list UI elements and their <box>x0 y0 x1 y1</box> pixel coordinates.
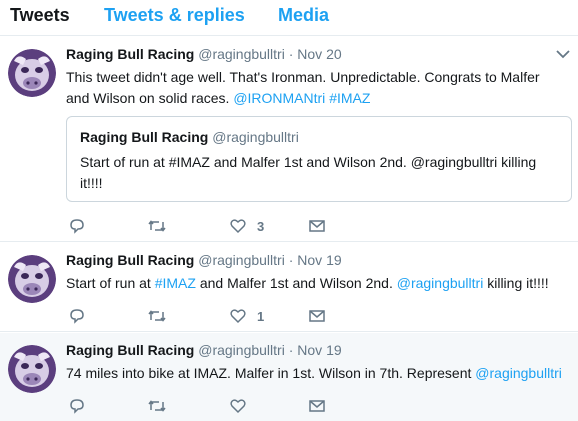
direct-message-icon <box>309 220 325 232</box>
tweet-text-part: Start of run at <box>66 275 155 291</box>
like-count: 3 <box>257 218 265 234</box>
like-button[interactable] <box>229 396 247 416</box>
author-handle[interactable]: @ragingbulltri <box>198 46 285 62</box>
direct-message-button[interactable] <box>308 306 326 326</box>
hashtag-link[interactable]: #IMAZ <box>155 275 196 291</box>
separator-dot: · <box>288 342 294 358</box>
author-name[interactable]: Raging Bull Racing <box>66 252 194 268</box>
tab-tweets-and-replies[interactable]: Tweets & replies <box>104 5 245 26</box>
direct-message-icon <box>309 310 325 322</box>
bull-logo-icon <box>8 255 56 303</box>
direct-message-button[interactable] <box>308 216 326 236</box>
tweet[interactable]: Raging Bull Racing @ragingbulltri · Nov … <box>0 333 578 421</box>
reply-icon <box>70 399 84 414</box>
bull-logo-icon <box>8 345 56 393</box>
tweet-header: Raging Bull Racing @ragingbulltri · Nov … <box>66 46 342 62</box>
like-count: 1 <box>257 308 265 324</box>
reply-button[interactable] <box>68 306 86 326</box>
direct-message-icon <box>309 400 325 412</box>
tweet-date[interactable]: Nov 20 <box>297 46 341 62</box>
avatar[interactable] <box>8 49 56 97</box>
separator-dot: · <box>288 252 294 268</box>
like-button[interactable]: 3 <box>229 216 264 236</box>
tweet[interactable]: Raging Bull Racing @ragingbulltri · Nov … <box>0 37 578 242</box>
retweet-button[interactable] <box>147 306 167 326</box>
tweet[interactable]: Raging Bull Racing @ragingbulltri · Nov … <box>0 243 578 332</box>
tweet-text: 74 miles into bike at IMAZ. Malfer in 1s… <box>66 363 566 384</box>
reply-icon <box>70 219 84 234</box>
retweet-icon <box>148 220 166 232</box>
retweet-icon <box>148 400 166 412</box>
bull-logo-icon <box>8 49 56 97</box>
like-icon <box>230 399 246 414</box>
quoted-tweet-text: Start of run at #IMAZ and Malfer 1st and… <box>80 154 537 191</box>
retweet-icon <box>148 310 166 322</box>
like-icon <box>230 309 246 324</box>
like-button[interactable]: 1 <box>229 306 264 326</box>
separator-dot: · <box>288 46 294 62</box>
tweet-text-part: killing it!!!! <box>483 275 549 291</box>
author-name[interactable]: Raging Bull Racing <box>66 46 194 62</box>
retweet-button[interactable] <box>147 396 167 416</box>
tweet-header: Raging Bull Racing @ragingbulltri · Nov … <box>66 252 342 268</box>
quoted-tweet[interactable]: Raging Bull Racing @ragingbulltri Start … <box>66 116 572 202</box>
mention-link[interactable]: @ragingbulltri <box>475 365 562 381</box>
tweet-actions <box>66 396 346 416</box>
hashtag-link[interactable]: #IMAZ <box>329 90 370 106</box>
mention-link[interactable]: @ragingbulltri <box>397 275 484 291</box>
tab-tweets[interactable]: Tweets <box>10 5 70 26</box>
quoted-tweet-header: Raging Bull Racing @ragingbulltri <box>80 129 299 145</box>
tweet-text-part: 74 miles into bike at IMAZ. Malfer in 1s… <box>66 365 476 381</box>
author-handle[interactable]: @ragingbulltri <box>198 252 285 268</box>
tweet-text: This tweet didn't age well. That's Ironm… <box>66 67 566 109</box>
reply-button[interactable] <box>68 396 86 416</box>
tweet-header: Raging Bull Racing @ragingbulltri · Nov … <box>66 342 342 358</box>
retweet-button[interactable] <box>147 216 167 236</box>
caret-down-icon[interactable] <box>556 49 570 59</box>
tweet-actions: 3 <box>66 216 346 236</box>
quoted-author-handle: @ragingbulltri <box>212 129 299 145</box>
mention-link[interactable]: @IRONMANtri <box>233 90 325 106</box>
quoted-author-name: Raging Bull Racing <box>80 129 209 145</box>
tweet-text: Start of run at #IMAZ and Malfer 1st and… <box>66 273 566 294</box>
profile-tabs: Tweets Tweets & replies Media <box>0 0 578 36</box>
reply-icon <box>70 309 84 324</box>
avatar[interactable] <box>8 345 56 393</box>
tweet-date[interactable]: Nov 19 <box>297 252 341 268</box>
direct-message-button[interactable] <box>308 396 326 416</box>
tweet-actions: 1 <box>66 306 346 326</box>
tab-media[interactable]: Media <box>278 5 329 26</box>
reply-button[interactable] <box>68 216 86 236</box>
avatar[interactable] <box>8 255 56 303</box>
tweet-date[interactable]: Nov 19 <box>297 342 341 358</box>
author-handle[interactable]: @ragingbulltri <box>198 342 285 358</box>
author-name[interactable]: Raging Bull Racing <box>66 342 194 358</box>
tweet-text-part: and Malfer 1st and Wilson 2nd. <box>195 275 397 291</box>
like-icon <box>230 219 246 234</box>
